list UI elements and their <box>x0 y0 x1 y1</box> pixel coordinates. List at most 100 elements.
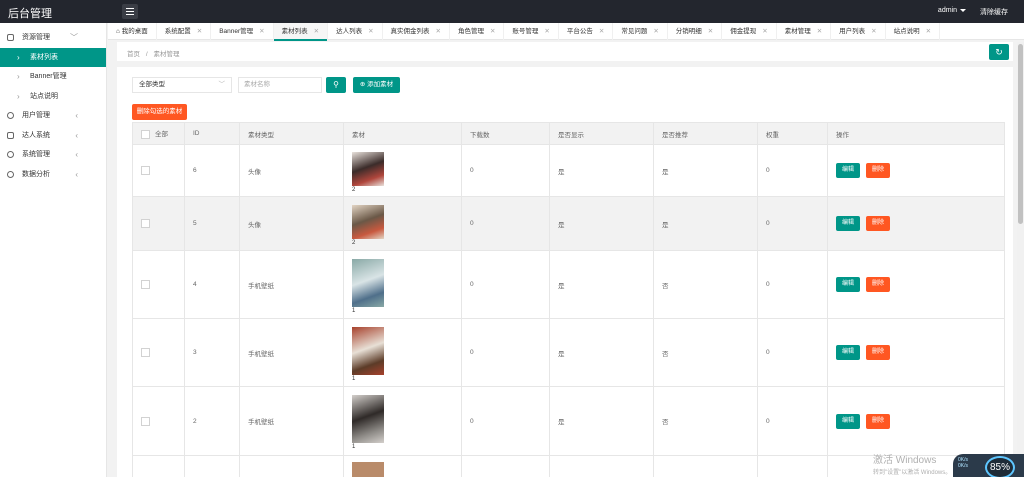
table-row: 4 手机壁纸 1 0 是否 0 编辑 删除 <box>132 250 1005 319</box>
tab-influencer-list[interactable]: 达人列表 ✕ <box>328 23 383 40</box>
close-icon[interactable]: ✕ <box>490 28 495 35</box>
row-id: 3 <box>184 318 240 387</box>
close-icon[interactable]: ✕ <box>544 28 549 35</box>
row-type: 手机壁纸 <box>239 386 344 456</box>
row-checkbox[interactable] <box>141 416 150 426</box>
sidebar-item-label: 用户管理 <box>22 112 50 119</box>
watermark-line1: 激活 Windows <box>873 455 937 466</box>
row-downloads: 0 <box>461 144 550 197</box>
close-icon[interactable]: ✕ <box>368 28 373 35</box>
tab-material-list[interactable]: 素材列表 ✕ <box>273 23 329 41</box>
header-select-all[interactable]: 全部 <box>132 122 185 145</box>
sidebar-item-resource[interactable]: 资源管理 ﹀ <box>0 28 106 48</box>
tab-user-list[interactable]: 用户列表 ✕ <box>831 23 886 40</box>
close-icon[interactable]: ✕ <box>197 28 202 35</box>
row-checkbox[interactable] <box>141 348 150 357</box>
close-icon[interactable]: ✕ <box>259 28 264 35</box>
close-icon[interactable]: ✕ <box>817 28 822 35</box>
delete-button[interactable]: 删除 <box>866 277 890 292</box>
material-thumbnail[interactable] <box>352 204 384 239</box>
row-actions: 编辑 删除 <box>827 196 1005 251</box>
tab-distribution[interactable]: 分销明细 ✕ <box>668 23 723 40</box>
close-icon[interactable]: ✕ <box>314 28 319 35</box>
chevron-right-icon: › <box>17 91 20 101</box>
row-material: 1 <box>343 318 462 387</box>
edit-button[interactable]: 编辑 <box>836 345 860 360</box>
tab-system-config[interactable]: 系统配置 ✕ <box>157 23 212 40</box>
sidebar-item-site-info[interactable]: › 站点说明 <box>0 87 106 107</box>
delete-button[interactable]: 删除 <box>866 413 890 429</box>
add-material-button[interactable]: ⊕ 添加素材 <box>353 77 400 93</box>
close-icon[interactable]: ✕ <box>762 28 767 35</box>
sidebar-item-analytics[interactable]: 数据分析 ‹ <box>0 165 106 185</box>
close-icon[interactable]: ✕ <box>926 28 931 35</box>
row-material: 2 <box>343 144 462 197</box>
close-icon[interactable]: ✕ <box>599 28 604 35</box>
sidebar-item-influencer[interactable]: 达人系统 ‹ <box>0 126 106 146</box>
search-input[interactable]: 素材名称 <box>238 77 322 93</box>
material-count: 1 <box>352 444 356 450</box>
row-checkbox[interactable] <box>141 219 150 228</box>
menu-toggle-button[interactable] <box>122 4 138 19</box>
close-icon[interactable]: ✕ <box>653 28 658 35</box>
refresh-button[interactable]: ↻ <box>989 44 1009 60</box>
select-all-checkbox[interactable] <box>141 129 150 139</box>
material-thumbnail[interactable] <box>352 395 384 443</box>
tab-home[interactable]: ⌂ 我的桌面 <box>108 23 157 40</box>
row-weight: 0 <box>757 250 828 319</box>
tab-announcements[interactable]: 平台公告 ✕ <box>559 23 614 40</box>
scrollbar[interactable] <box>1017 42 1024 477</box>
row-id: 6 <box>184 144 240 197</box>
tab-withdrawal[interactable]: 佣金提现 ✕ <box>722 23 777 40</box>
sidebar-item-banner[interactable]: › Banner管理 <box>0 67 106 87</box>
clear-cache-link[interactable]: 清除缓存 <box>980 7 1008 17</box>
tab-label: Banner管理 <box>219 28 254 35</box>
row-checkbox[interactable] <box>141 166 150 175</box>
chevron-left-icon: ‹ <box>75 130 78 140</box>
delete-selected-button[interactable]: 删除勾选的素材 <box>132 104 187 120</box>
breadcrumb-home[interactable]: 首页 <box>127 51 140 58</box>
grid-icon <box>7 131 14 139</box>
row-checkbox[interactable] <box>141 280 150 289</box>
row-downloads: 0 <box>461 196 550 251</box>
sidebar-item-users[interactable]: 用户管理 ‹ <box>0 106 106 126</box>
row-material: 2 <box>343 196 462 251</box>
user-menu[interactable]: admin <box>938 7 966 17</box>
scrollbar-thumb[interactable] <box>1018 44 1023 224</box>
close-icon[interactable]: ✕ <box>708 28 713 35</box>
material-count: 1 <box>352 375 356 382</box>
edit-button[interactable]: 编辑 <box>836 413 860 429</box>
sidebar-item-material-list[interactable]: › 素材列表 <box>0 47 106 67</box>
material-thumbnail[interactable] <box>352 258 384 307</box>
type-select[interactable]: 全部类型 ﹀ <box>132 77 232 93</box>
tab-roles[interactable]: 角色管理 ✕ <box>450 23 505 40</box>
header-home-recommend: 是否推荐 <box>653 122 758 145</box>
material-thumbnail[interactable] <box>352 462 384 477</box>
chevron-left-icon: ‹ <box>75 111 78 120</box>
delete-button[interactable]: 删除 <box>866 216 890 231</box>
chevron-left-icon: ‹ <box>75 169 78 179</box>
material-thumbnail[interactable] <box>352 151 384 186</box>
sidebar-item-system[interactable]: 系统管理 ‹ <box>0 145 106 165</box>
close-icon[interactable]: ✕ <box>871 28 876 35</box>
tab-accounts[interactable]: 账号管理 ✕ <box>504 23 559 40</box>
tab-commission[interactable]: 真实佣金列表 ✕ <box>383 23 450 40</box>
row-home-show: 是 <box>549 386 654 456</box>
tab-banner[interactable]: Banner管理 ✕ <box>211 23 274 40</box>
row-actions: 编辑 删除 <box>827 386 1005 456</box>
tab-faq[interactable]: 常见问题 ✕ <box>613 23 668 40</box>
material-thumbnail[interactable] <box>352 326 384 375</box>
row-actions: 编辑 删除 <box>827 144 1005 197</box>
close-icon[interactable]: ✕ <box>436 28 441 35</box>
search-button[interactable]: ⚲ <box>326 77 346 93</box>
delete-button[interactable]: 删除 <box>866 345 890 360</box>
tab-material-manage[interactable]: 素材管理 ✕ <box>777 23 832 40</box>
tab-label: 素材管理 <box>784 28 811 35</box>
row-weight: 0 <box>757 318 828 387</box>
edit-button[interactable]: 编辑 <box>836 163 860 178</box>
edit-button[interactable]: 编辑 <box>836 216 860 231</box>
tab-site-info[interactable]: 站点说明 ✕ <box>886 23 941 40</box>
row-id: 5 <box>184 196 240 251</box>
delete-button[interactable]: 删除 <box>866 163 890 178</box>
edit-button[interactable]: 编辑 <box>836 277 860 292</box>
